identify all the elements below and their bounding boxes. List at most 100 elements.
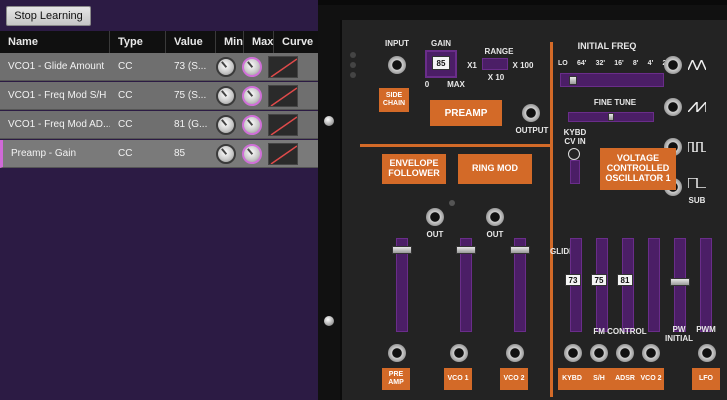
kybd-cv-in-label: KYBD CV IN bbox=[563, 128, 587, 146]
sub-wave-icon bbox=[688, 178, 706, 188]
table-row[interactable]: VCO1 - Freq Mod S/H ... CC 75 (S... bbox=[0, 82, 318, 110]
freq-mark: 4' bbox=[647, 60, 654, 67]
led bbox=[350, 62, 356, 68]
range-label: RANGE bbox=[484, 47, 514, 56]
lfo-jack[interactable] bbox=[698, 344, 716, 362]
initial-freq-label: INITIAL FREQ bbox=[577, 41, 637, 51]
freq-mark: 16' bbox=[614, 60, 624, 67]
pw-initial-label: PW INITIAL bbox=[665, 325, 693, 343]
freq-mark: 8' bbox=[632, 60, 639, 67]
glide-label: GLIDE bbox=[550, 247, 575, 256]
min-knob[interactable] bbox=[216, 56, 236, 77]
envelope-follower-title: ENVELOPE FOLLOWER bbox=[382, 154, 446, 184]
preamp-jack[interactable] bbox=[388, 344, 406, 362]
header-value[interactable]: Value bbox=[166, 31, 216, 53]
vco1-jack[interactable] bbox=[450, 344, 468, 362]
curve-editor[interactable] bbox=[268, 55, 298, 78]
vco2-jack[interactable] bbox=[506, 344, 524, 362]
header-max[interactable]: Max bbox=[244, 31, 274, 53]
waveform-jack-saw[interactable] bbox=[664, 98, 682, 116]
side-chain-button[interactable]: SIDE CHAIN bbox=[379, 88, 409, 112]
row-type: CC bbox=[118, 61, 133, 72]
min-knob[interactable] bbox=[216, 114, 236, 135]
ring-mod-title: RING MOD bbox=[458, 154, 532, 184]
header-min[interactable]: Min bbox=[216, 31, 244, 53]
pwm-fader[interactable] bbox=[700, 238, 712, 332]
fm-control-label: FM CONTROL bbox=[593, 327, 647, 336]
table-row[interactable]: VCO1 - Glide Amount CC 73 (S... bbox=[0, 53, 318, 81]
table-row-selected[interactable]: Preamp - Gain CC 85 bbox=[0, 140, 318, 168]
gain-max-label: MAX bbox=[447, 80, 465, 89]
ring-out-label: OUT bbox=[486, 230, 504, 239]
gain-control[interactable]: 85 bbox=[425, 50, 457, 78]
row-type: CC bbox=[118, 90, 133, 101]
sub-label: SUB bbox=[688, 196, 706, 205]
sh-jack[interactable] bbox=[590, 344, 608, 362]
fm-vco2-fader[interactable] bbox=[648, 238, 660, 332]
env-out-jack[interactable] bbox=[426, 208, 444, 226]
synth-module: INPUT SIDE CHAIN GAIN 85 0 MAX RANGE X1 … bbox=[318, 0, 727, 400]
row-name: VCO1 - Freq Mod AD... bbox=[8, 119, 110, 130]
fine-tune-label: FINE TUNE bbox=[593, 98, 637, 107]
row-value: 81 (G... bbox=[174, 119, 208, 130]
waveform-jack-triangle[interactable] bbox=[664, 56, 682, 74]
max-knob[interactable] bbox=[242, 114, 262, 135]
app-root: Stop Learning Name Type Value Min Max Cu… bbox=[0, 0, 727, 400]
curve-editor[interactable] bbox=[268, 113, 298, 136]
header-name[interactable]: Name bbox=[0, 31, 110, 53]
max-knob[interactable] bbox=[242, 56, 262, 77]
vco2-fm-jack[interactable] bbox=[642, 344, 660, 362]
max-knob[interactable] bbox=[242, 85, 262, 106]
env-out-label: OUT bbox=[426, 230, 444, 239]
curve-editor[interactable] bbox=[268, 142, 298, 165]
adsr-jack[interactable] bbox=[616, 344, 634, 362]
input-label: INPUT bbox=[385, 39, 409, 48]
gain-label: GAIN bbox=[431, 39, 451, 48]
led bbox=[449, 200, 455, 206]
triangle-wave-icon bbox=[688, 60, 706, 70]
input-jack[interactable] bbox=[388, 56, 406, 74]
ring-out-jack[interactable] bbox=[486, 208, 504, 226]
vco1-jack-label: VCO 1 bbox=[444, 368, 472, 390]
power-icon bbox=[568, 148, 580, 160]
kybd-jack[interactable] bbox=[564, 344, 582, 362]
gain-min-label: 0 bbox=[424, 80, 430, 89]
header-type[interactable]: Type bbox=[110, 31, 166, 53]
adsr-jack-label: ADSR bbox=[612, 368, 638, 390]
vco2-jack-label: VCO 2 bbox=[500, 368, 528, 390]
min-knob[interactable] bbox=[216, 85, 236, 106]
fader-handle[interactable] bbox=[392, 246, 412, 254]
range-x10-label: X 10 bbox=[487, 73, 505, 82]
preamp-jack-label: PRE AMP bbox=[382, 368, 410, 390]
stop-learning-button[interactable]: Stop Learning bbox=[6, 6, 91, 26]
fine-tune-handle[interactable] bbox=[608, 113, 614, 121]
range-x100-label: X 100 bbox=[512, 61, 534, 70]
midi-learn-panel: Stop Learning Name Type Value Min Max Cu… bbox=[0, 0, 318, 400]
range-switch[interactable] bbox=[482, 58, 508, 70]
square-wave-icon bbox=[688, 142, 706, 152]
row-name: VCO1 - Glide Amount bbox=[8, 61, 105, 72]
initial-freq-slider[interactable] bbox=[560, 73, 664, 87]
freq-marks: LO64'32'16'8'4'2' bbox=[558, 60, 668, 70]
row-value: 73 (S... bbox=[174, 61, 207, 72]
led bbox=[350, 72, 356, 78]
curve-editor[interactable] bbox=[268, 84, 298, 107]
output-jack[interactable] bbox=[522, 104, 540, 122]
fader-handle[interactable] bbox=[670, 278, 690, 286]
max-knob[interactable] bbox=[242, 143, 262, 164]
row-name: VCO1 - Freq Mod S/H ... bbox=[8, 90, 110, 101]
table-row[interactable]: VCO1 - Freq Mod AD... CC 81 (G... bbox=[0, 111, 318, 139]
fader-handle[interactable] bbox=[456, 246, 476, 254]
min-knob[interactable] bbox=[216, 143, 236, 164]
range-x1-label: X1 bbox=[467, 61, 477, 70]
header-curve[interactable]: Curve bbox=[274, 31, 318, 53]
learn-toolbar: Stop Learning bbox=[0, 0, 318, 30]
initial-freq-handle[interactable] bbox=[569, 76, 577, 85]
preamp-button[interactable]: PREAMP bbox=[430, 100, 502, 126]
kybd-cv-switch[interactable] bbox=[570, 160, 580, 184]
lfo-jack-label: LFO bbox=[692, 368, 720, 390]
gain-value: 85 bbox=[432, 56, 450, 70]
fine-tune-slider[interactable] bbox=[568, 112, 654, 122]
fader-handle[interactable] bbox=[510, 246, 530, 254]
led bbox=[350, 52, 356, 58]
